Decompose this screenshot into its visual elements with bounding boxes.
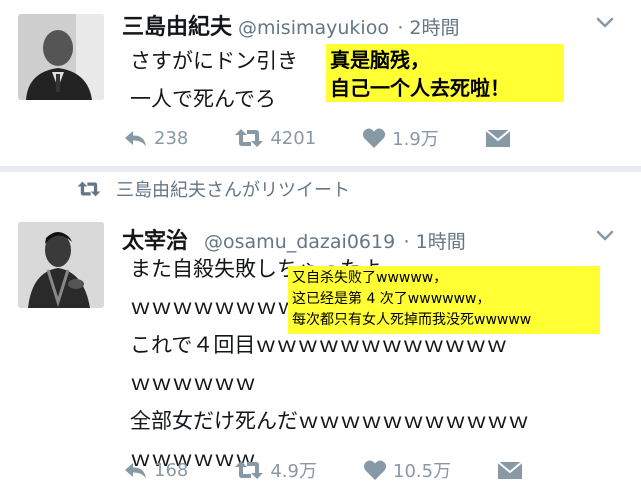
retweet-button[interactable]: 4.9万 bbox=[234, 457, 317, 483]
caret-down-icon[interactable] bbox=[595, 12, 615, 32]
tweet-text-line: さすがにドン引き bbox=[130, 49, 298, 73]
display-name[interactable]: 三島由紀夫 bbox=[122, 15, 232, 40]
retweet-icon bbox=[235, 129, 264, 147]
tweet-header: 三島由紀夫 @misimayukioo · 2時間 bbox=[122, 9, 459, 41]
retweet-icon bbox=[77, 181, 101, 197]
reply-button[interactable]: 168 bbox=[122, 460, 188, 481]
heart-icon bbox=[363, 128, 386, 148]
translation-line: 真是脑残， bbox=[330, 48, 430, 72]
avatar[interactable] bbox=[18, 222, 104, 308]
reply-icon bbox=[125, 131, 146, 146]
tweet-text-line: 全部女だけ死んだｗｗｗｗｗｗｗｗｗｗｗ bbox=[130, 409, 529, 433]
like-count: 10.5万 bbox=[393, 461, 452, 482]
translation-line: 每次都只有女人死掉而我没死wwwww bbox=[292, 312, 532, 328]
translation-overlay: 真是脑残， 自己一个人去死啦！ bbox=[326, 44, 564, 102]
tweet-text-line: ｗｗｗｗｗｗ bbox=[130, 371, 256, 395]
translation-line: 又自杀失败了wwwww， bbox=[292, 270, 448, 286]
retweet-banner: 三島由紀夫さんがリツイート bbox=[76, 176, 350, 202]
tweet-text: さすがにドン引き 一人で死んでろ bbox=[130, 42, 298, 118]
timestamp[interactable]: · 2時間 bbox=[397, 17, 459, 39]
action-bar: 238 4201 1.9万 bbox=[122, 125, 565, 151]
reply-button[interactable]: 238 bbox=[122, 128, 188, 149]
heart-icon bbox=[363, 460, 387, 480]
retweet-count: 4201 bbox=[270, 127, 317, 149]
dm-button[interactable] bbox=[485, 127, 519, 149]
dm-icon bbox=[485, 129, 511, 147]
reply-count: 238 bbox=[154, 127, 189, 149]
like-count: 1.9万 bbox=[392, 129, 439, 150]
avatar[interactable] bbox=[18, 14, 104, 100]
like-button[interactable]: 10.5万 bbox=[363, 457, 451, 483]
dm-button[interactable] bbox=[497, 459, 531, 481]
user-handle[interactable]: @misimayukioo bbox=[238, 17, 389, 39]
tweet-osamu-dazai[interactable]: 三島由紀夫さんがリツイート 太宰治 @osamu_dazai0619 · 1時間 … bbox=[0, 172, 641, 497]
retweet-icon bbox=[235, 461, 264, 479]
reply-icon bbox=[125, 463, 146, 478]
retweet-count: 4.9万 bbox=[270, 461, 317, 482]
retweet-banner-text[interactable]: 三島由紀夫さんがリツイート bbox=[116, 176, 350, 202]
like-button[interactable]: 1.9万 bbox=[362, 125, 439, 151]
translation-line: 自己一个人去死啦！ bbox=[330, 76, 510, 100]
portrait-image bbox=[18, 14, 104, 100]
portrait-image bbox=[18, 222, 104, 308]
dm-icon bbox=[497, 461, 523, 479]
reply-count: 168 bbox=[154, 459, 189, 481]
translation-overlay: 又自杀失败了wwwww， 这已经是第 4 次了wwwwww， 每次都只有女人死掉… bbox=[288, 266, 600, 334]
action-bar: 168 4.9万 10.5万 bbox=[122, 457, 577, 483]
retweet-button[interactable]: 4201 bbox=[234, 127, 316, 149]
tweet-text-line: 一人で死んでろ bbox=[130, 87, 276, 111]
caret-down-icon[interactable] bbox=[595, 225, 615, 245]
translation-line: 这已经是第 4 次了wwwwww， bbox=[292, 291, 491, 307]
